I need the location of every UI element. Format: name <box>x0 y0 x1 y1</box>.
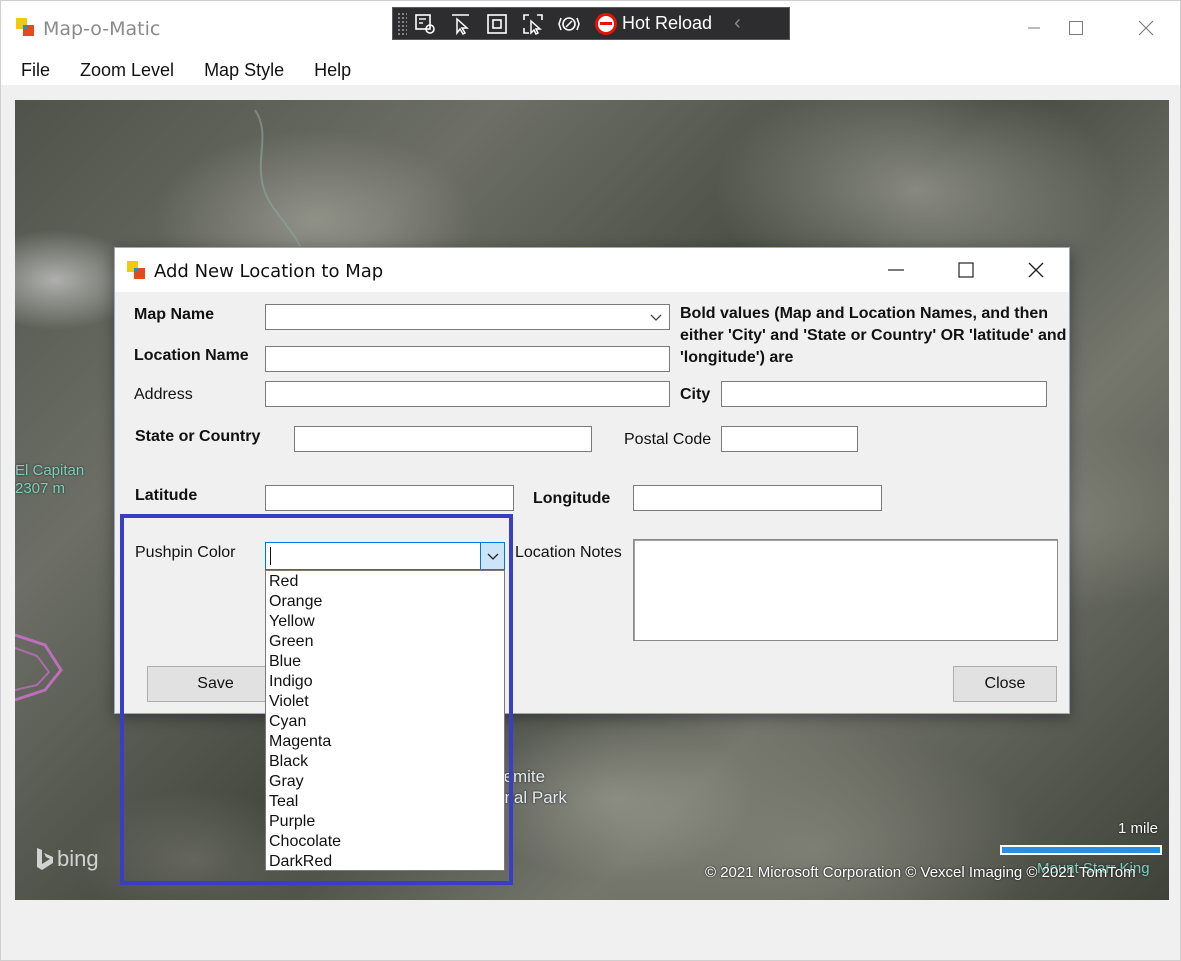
bing-logo: bing <box>35 846 99 872</box>
longitude-label: Longitude <box>533 490 611 507</box>
dialog-maximize-button[interactable] <box>943 255 989 285</box>
dialog-icon <box>127 261 145 279</box>
binding-failures-icon[interactable] <box>551 9 587 39</box>
dev-toolbar: Hot Reload ‹ <box>392 7 790 40</box>
map-label-el-capitan: El Capitan 2307 m <box>15 462 84 498</box>
map-name-label: Map Name <box>134 306 215 323</box>
pushpin-color-dropdown-list: Red Orange Yellow Green Blue Indigo Viol… <box>265 570 505 871</box>
location-name-label: Location Name <box>134 347 249 364</box>
app-title: Map-o-Matic <box>43 18 161 40</box>
text-caret <box>270 547 271 565</box>
bing-logo-icon <box>37 848 53 870</box>
save-button[interactable]: Save <box>147 666 284 702</box>
select-element-icon[interactable] <box>443 9 479 39</box>
pushpin-color-label: Pushpin Color <box>135 544 236 561</box>
color-option-orange[interactable]: Orange <box>266 592 504 612</box>
close-button[interactable]: Close <box>953 666 1057 702</box>
color-option-yellow[interactable]: Yellow <box>266 612 504 632</box>
postal-code-label: Postal Code <box>624 431 712 448</box>
color-option-indigo[interactable]: Indigo <box>266 672 504 692</box>
menu-bar: File Zoom Level Map Style Help <box>1 55 1180 85</box>
location-name-input[interactable] <box>265 346 670 372</box>
address-label: Address <box>134 386 193 403</box>
map-name-combo[interactable] <box>265 304 670 330</box>
address-input[interactable] <box>265 381 670 407</box>
title-bar: Map-o-Matic Hot Reload ‹ <box>1 1 1180 55</box>
color-option-gray[interactable]: Gray <box>266 772 504 792</box>
latitude-input[interactable] <box>265 485 514 511</box>
minimize-button[interactable] <box>1011 9 1057 47</box>
postal-code-input[interactable] <box>721 426 858 452</box>
latitude-label: Latitude <box>135 487 198 504</box>
map-copyright: © 2021 Microsoft Corporation © Vexcel Im… <box>705 864 1136 881</box>
el-capitan-elevation: 2307 m <box>15 480 66 497</box>
city-input[interactable] <box>721 381 1047 407</box>
map-label-park: semite onal Park <box>495 766 567 808</box>
pushpin-dropdown-button[interactable] <box>480 543 504 569</box>
collapse-toolbar-chevron-icon[interactable]: ‹ <box>734 12 741 35</box>
live-visual-tree-icon[interactable] <box>407 9 443 39</box>
dialog-title-bar: Add New Location to Map <box>115 248 1069 292</box>
main-window: Map-o-Matic Hot Reload ‹ File Zoom Level… <box>0 0 1181 961</box>
color-option-black[interactable]: Black <box>266 752 504 772</box>
color-option-red[interactable]: Red <box>266 572 504 592</box>
color-option-purple[interactable]: Purple <box>266 812 504 832</box>
park-label-line2: onal Park <box>495 788 567 807</box>
el-capitan-name: El Capitan <box>15 462 85 479</box>
color-option-teal[interactable]: Teal <box>266 792 504 812</box>
menu-file[interactable]: File <box>10 60 61 81</box>
menu-zoom-level[interactable]: Zoom Level <box>69 60 185 81</box>
toolbar-grip-icon[interactable] <box>397 11 407 36</box>
city-label: City <box>680 386 711 403</box>
dialog-title: Add New Location to Map <box>154 261 384 282</box>
display-layout-adorners-icon[interactable] <box>479 9 515 39</box>
add-location-dialog: Add New Location to Map Map Name Bold va… <box>114 247 1070 871</box>
location-notes-label: Location Notes <box>515 544 622 561</box>
location-notes-textarea[interactable] <box>633 539 1058 641</box>
bing-logo-text: bing <box>57 846 99 871</box>
color-option-magenta[interactable]: Magenta <box>266 732 504 752</box>
color-option-darkred[interactable]: DarkRed <box>266 852 504 872</box>
hot-reload-stop-icon <box>595 12 617 35</box>
dialog-close-button[interactable] <box>1013 255 1059 285</box>
color-option-blue[interactable]: Blue <box>266 652 504 672</box>
color-option-violet[interactable]: Violet <box>266 692 504 712</box>
dialog-minimize-button[interactable] <box>873 255 919 285</box>
longitude-input[interactable] <box>633 485 882 511</box>
close-window-button[interactable] <box>1123 9 1169 47</box>
menu-map-style[interactable]: Map Style <box>193 60 295 81</box>
color-option-green[interactable]: Green <box>266 632 504 652</box>
menu-help[interactable]: Help <box>303 60 362 81</box>
color-option-chocolate[interactable]: Chocolate <box>266 832 504 852</box>
required-fields-note: Bold values (Map and Location Names, and… <box>680 305 1067 366</box>
chevron-down-icon <box>650 314 662 321</box>
park-label-line1: semite <box>495 767 546 786</box>
chevron-down-icon <box>487 553 498 560</box>
state-or-country-label: State or Country <box>135 428 261 445</box>
map-scale-label: 1 mile <box>1118 820 1159 837</box>
color-option-cyan[interactable]: Cyan <box>266 712 504 732</box>
maximize-button[interactable] <box>1053 9 1099 47</box>
track-focused-element-icon[interactable] <box>515 9 551 39</box>
app-icon <box>16 18 34 36</box>
hot-reload-button[interactable]: Hot Reload <box>595 12 713 35</box>
state-or-country-input[interactable] <box>294 426 592 452</box>
hot-reload-label: Hot Reload <box>622 13 713 33</box>
pushpin-color-combo[interactable] <box>265 542 505 570</box>
map-scale-bar <box>1000 845 1162 855</box>
